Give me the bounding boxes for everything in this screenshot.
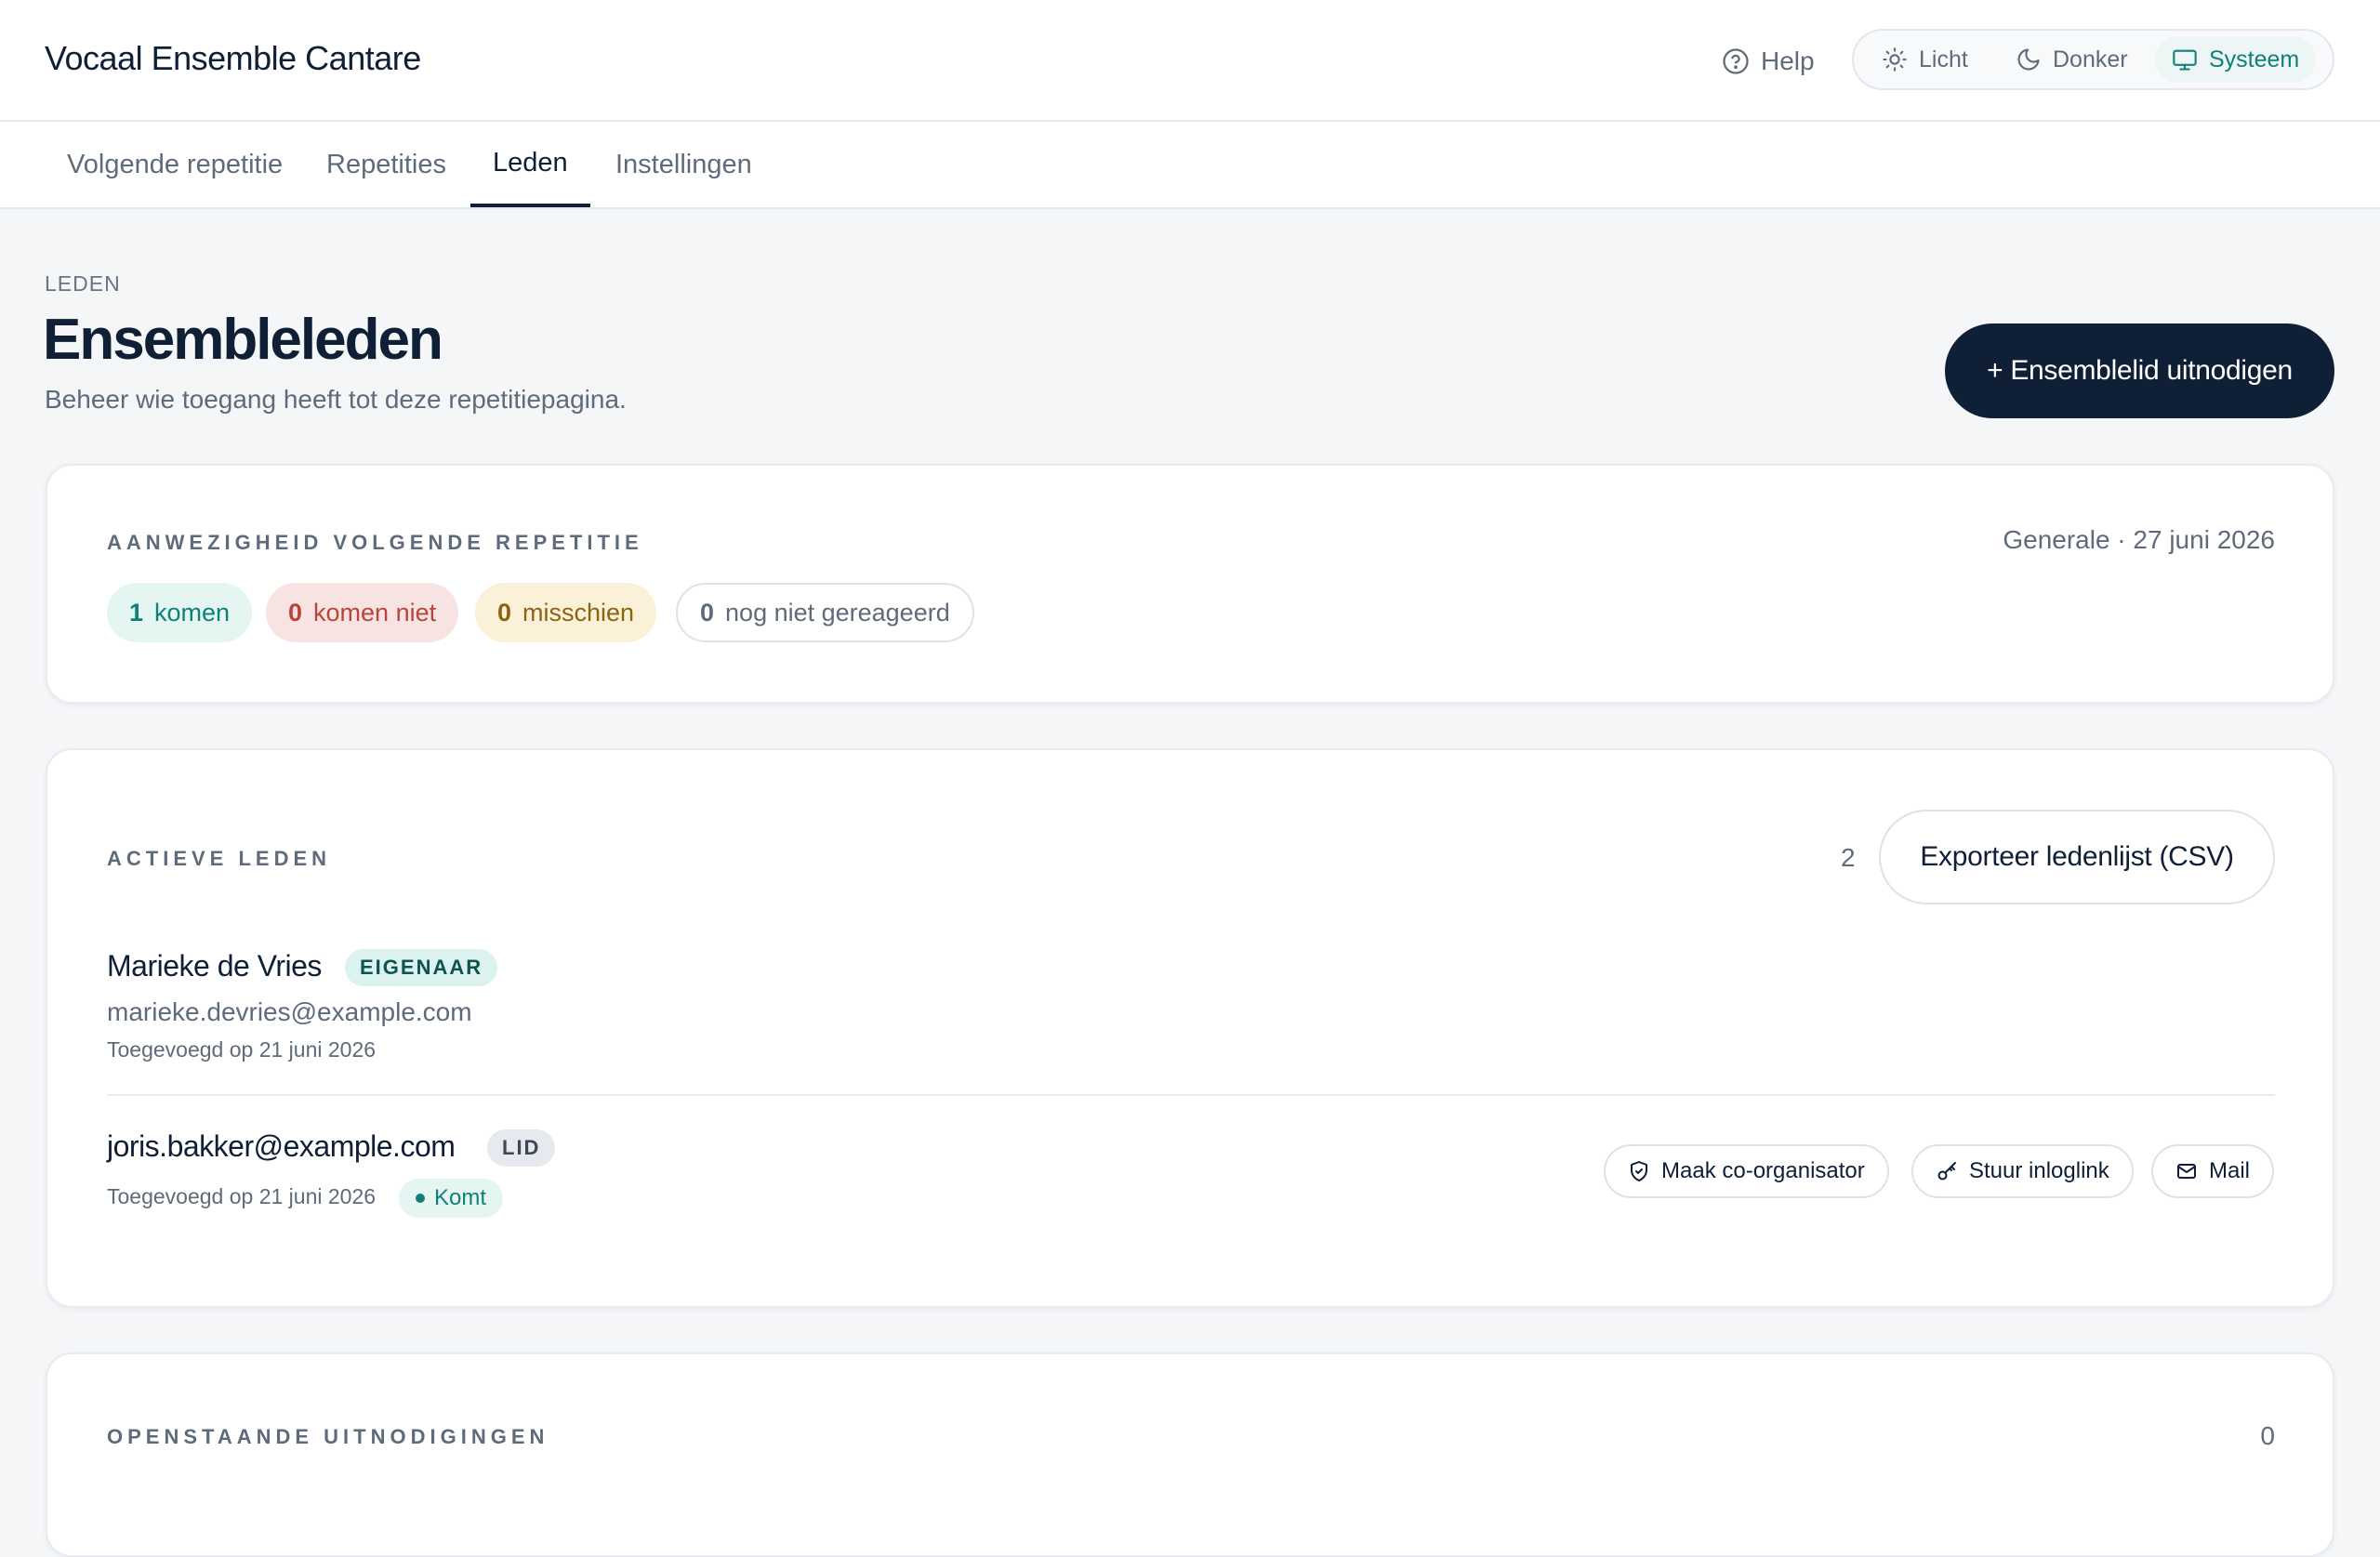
- status-label: Komt: [434, 1185, 487, 1210]
- mail-member-button[interactable]: Mail: [2151, 1144, 2275, 1198]
- attendance-status-badge: Komt: [399, 1179, 504, 1218]
- theme-switcher: Licht Donker Systeem: [1852, 29, 2334, 90]
- status-dot-icon: [416, 1194, 425, 1203]
- moon-icon: [2016, 46, 2042, 73]
- tab-volgende-repetitie[interactable]: Volgende repetitie: [45, 122, 305, 207]
- attendance-label: AANWEZIGHEID VOLGENDE REPETITIE: [107, 531, 643, 554]
- tab-instellingen[interactable]: Instellingen: [593, 122, 774, 207]
- role-badge: LID: [487, 1129, 556, 1167]
- app-header: Vocaal Ensemble Cantare Help Licht Donke…: [0, 0, 2380, 122]
- pending-invites-count: 0: [2260, 1421, 2275, 1450]
- attendance-pill-not-coming: 0 komen niet: [266, 583, 459, 642]
- tab-repetities[interactable]: Repetities: [304, 122, 469, 207]
- pill-label: nog niet gereageerd: [725, 598, 950, 627]
- action-label: Stuur inloglink: [1969, 1158, 2109, 1183]
- theme-option-light[interactable]: Licht: [1865, 36, 1985, 83]
- theme-option-system[interactable]: Systeem: [2155, 36, 2317, 83]
- action-label: Maak co-organisator: [1661, 1158, 1865, 1183]
- pill-label: komen niet: [313, 598, 437, 627]
- member-name: joris.bakker@example.com: [107, 1129, 456, 1163]
- next-rehearsal-meta: Generale · 27 juni 2026: [2003, 525, 2275, 554]
- make-co-organizer-button[interactable]: Maak co-organisator: [1604, 1144, 1889, 1198]
- export-csv-button[interactable]: Exporteer ledenlijst (CSV): [1879, 810, 2275, 904]
- tab-leden[interactable]: Leden: [470, 122, 590, 207]
- send-login-link-button[interactable]: Stuur inloglink: [1911, 1144, 2134, 1198]
- app-title: Vocaal Ensemble Cantare: [45, 39, 421, 77]
- pill-label: misschien: [522, 598, 635, 627]
- pill-count: 0: [700, 598, 715, 627]
- page-subtitle: Beheer wie toegang heeft tot deze repeti…: [45, 385, 627, 414]
- key-icon: [1936, 1160, 1958, 1182]
- member-added-date: Toegevoegd op 21 juni 2026: [107, 1037, 377, 1062]
- attendance-pill-coming: 1 komen: [107, 583, 253, 642]
- active-members-card: ACTIEVE LEDEN 2 Exporteer ledenlijst (CS…: [46, 748, 2334, 1308]
- sun-icon: [1882, 46, 1908, 73]
- pending-invites-card: OPENSTAANDE UITNODIGINGEN 0: [46, 1352, 2334, 1557]
- active-members-label: ACTIEVE LEDEN: [107, 847, 332, 870]
- action-label: Mail: [2209, 1158, 2251, 1183]
- attendance-pill-no-response: 0 nog niet gereageerd: [676, 583, 974, 642]
- main-tabs: Volgende repetitie Repetities Leden Inst…: [0, 122, 2380, 209]
- member-name: Marieke de Vries: [107, 949, 322, 983]
- pill-count: 0: [288, 598, 303, 627]
- attendance-pill-maybe: 0 misschien: [475, 583, 657, 642]
- active-members-count: 2: [1841, 843, 1856, 872]
- member-email: marieke.devries@example.com: [107, 997, 472, 1026]
- invite-member-button[interactable]: + Ensemblelid uitnodigen: [1945, 323, 2334, 418]
- pill-count: 1: [129, 598, 144, 627]
- page-eyebrow: LEDEN: [45, 271, 121, 296]
- monitor-icon: [2172, 46, 2198, 73]
- help-label: Help: [1761, 46, 1815, 75]
- theme-option-label: Donker: [2053, 46, 2128, 73]
- pending-invites-label: OPENSTAANDE UITNODIGINGEN: [107, 1425, 549, 1448]
- theme-option-label: Licht: [1919, 46, 1968, 73]
- pill-count: 0: [497, 598, 512, 627]
- pill-label: komen: [154, 598, 231, 627]
- page-title: Ensembleleden: [43, 308, 443, 372]
- help-circle-icon: [1722, 47, 1750, 75]
- attendance-card: AANWEZIGHEID VOLGENDE REPETITIE Generale…: [46, 464, 2334, 704]
- member-divider: [107, 1094, 2275, 1096]
- theme-option-label: Systeem: [2209, 46, 2300, 73]
- mail-icon: [2175, 1160, 2198, 1182]
- help-link[interactable]: Help: [1722, 43, 1815, 80]
- shield-icon: [1628, 1160, 1650, 1182]
- role-badge: EIGENAAR: [345, 949, 498, 986]
- member-added-date: Toegevoegd op 21 juni 2026: [107, 1184, 377, 1208]
- theme-option-dark[interactable]: Donker: [1999, 36, 2145, 83]
